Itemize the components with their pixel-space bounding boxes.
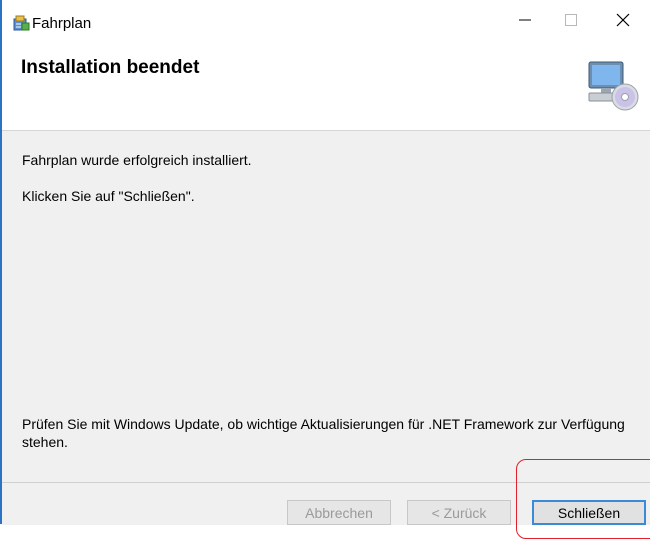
- instruction-message: Klicken Sie auf "Schließen".: [22, 188, 195, 204]
- page-title: Installation beendet: [21, 57, 200, 78]
- cancel-button[interactable]: Abbrechen: [287, 500, 391, 525]
- close-icon: [616, 13, 630, 32]
- header-banner: Installation beendet: [2, 44, 650, 131]
- maximize-button[interactable]: [548, 0, 594, 44]
- installer-package-icon: [12, 14, 30, 32]
- maximize-icon: [565, 13, 577, 31]
- computer-cd-icon: [587, 58, 639, 112]
- button-bar: Abbrechen < Zurück Schließen: [2, 482, 650, 525]
- installer-window: Fahrplan Installation beendet Fahrplan w…: [0, 0, 650, 539]
- success-message: Fahrplan wurde erfolgreich installiert.: [22, 152, 252, 168]
- title-bar[interactable]: Fahrplan: [2, 0, 650, 44]
- update-message: Prüfen Sie mit Windows Update, ob wichti…: [22, 416, 625, 450]
- back-button[interactable]: < Zurück: [407, 500, 511, 525]
- minimize-icon: [519, 13, 531, 31]
- window-title: Fahrplan: [32, 15, 92, 32]
- minimize-button[interactable]: [502, 0, 548, 44]
- close-window-button[interactable]: [600, 0, 646, 44]
- close-button[interactable]: Schließen: [532, 500, 646, 525]
- content-area: Fahrplan wurde erfolgreich installiert. …: [2, 131, 650, 471]
